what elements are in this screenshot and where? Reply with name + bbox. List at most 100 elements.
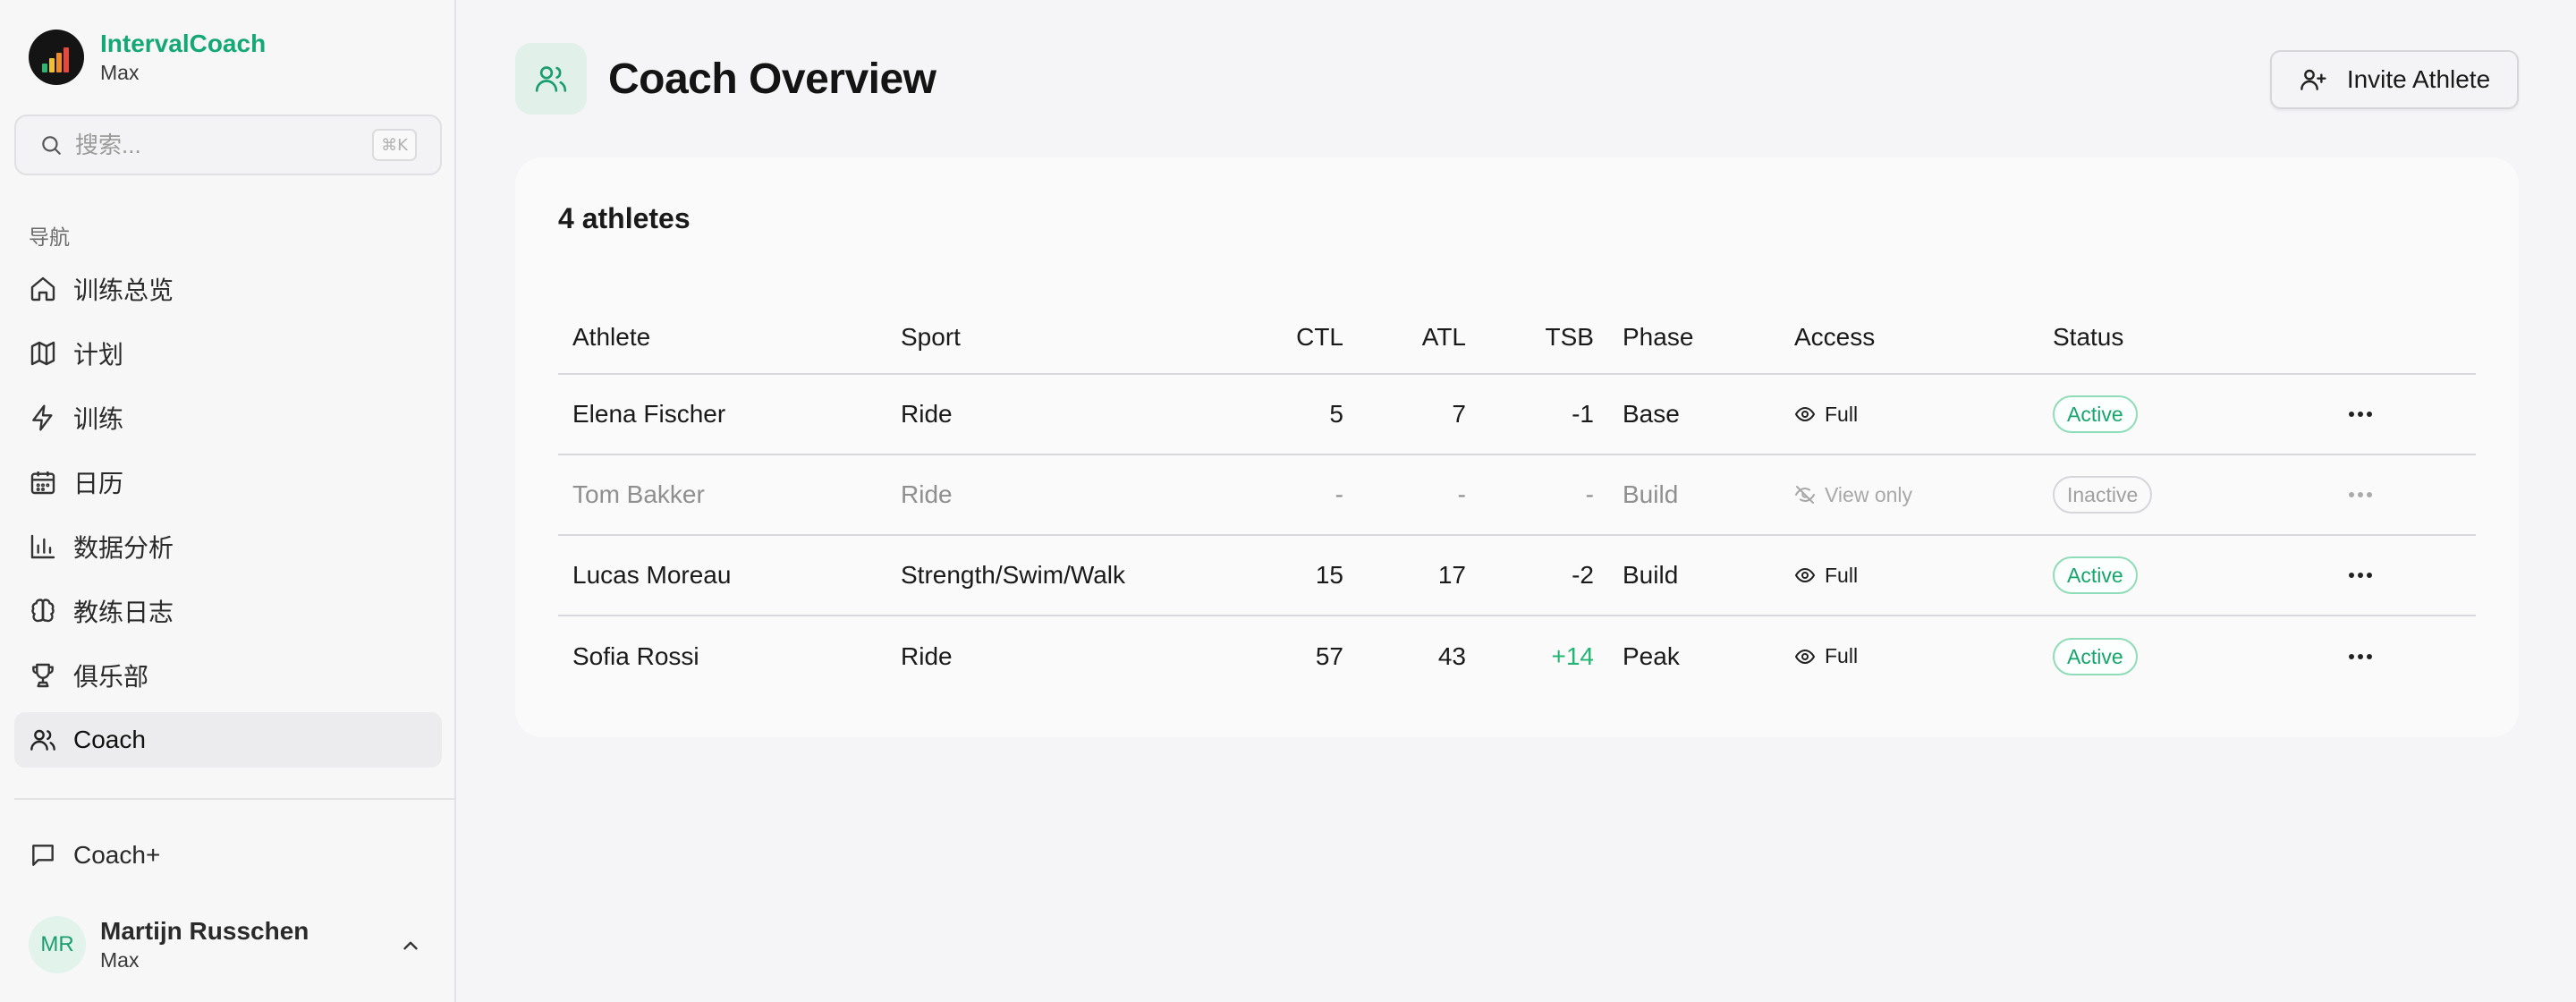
table-row[interactable]: Sofia Rossi Ride 57 43 +14 Peak Full Act…	[558, 616, 2476, 696]
user-name: Martijn Russchen	[100, 917, 309, 945]
column-header-phase[interactable]: Phase	[1608, 301, 1780, 374]
column-header-actions	[2244, 301, 2476, 374]
athlete-atl: 17	[1437, 561, 1466, 589]
chat-icon	[32, 845, 54, 866]
table-row[interactable]: Elena Fischer Ride 5 7 -1 Base Full Acti…	[558, 374, 2476, 454]
nav-item-label: 计划	[73, 341, 124, 369]
athletes-count: 4 athletes	[558, 202, 691, 234]
status-badge: Inactive	[2053, 476, 2153, 514]
nav-item-analytics[interactable]: 数据分析	[14, 519, 442, 574]
column-header-status[interactable]: Status	[2038, 301, 2244, 374]
athlete-tsb: -	[1585, 480, 1594, 508]
athlete-tsb: -2	[1572, 561, 1594, 589]
status-badge: Active	[2053, 556, 2138, 594]
trophy-icon	[32, 663, 54, 688]
more-options-icon[interactable]	[2258, 572, 2462, 579]
search-box[interactable]: ⌘K	[14, 115, 442, 175]
access-label: Full	[1825, 563, 1859, 587]
column-header-sport[interactable]: Sport	[886, 301, 1244, 374]
coach-plus-label: Coach+	[73, 841, 161, 869]
status-badge: Active	[2053, 637, 2138, 675]
athletes-card: 4 athletes Athlete Sport CTL ATL TSB Pha…	[515, 157, 2519, 737]
calendar-icon	[30, 471, 55, 495]
athlete-sport: Strength/Swim/Walk	[901, 561, 1126, 589]
chevron-up-icon[interactable]	[399, 934, 422, 957]
nav-item-label: 日历	[73, 470, 124, 497]
column-header-access[interactable]: Access	[1780, 301, 2038, 374]
user-workspace: Max	[100, 948, 140, 972]
eye-icon	[1794, 567, 1816, 583]
user-menu[interactable]: MR Martijn Russchen Max	[29, 916, 429, 973]
search-input[interactable]	[75, 131, 361, 159]
access-label: Full	[1825, 402, 1859, 426]
nav-item-label: 俱乐部	[73, 663, 149, 691]
athlete-ctl: 15	[1315, 561, 1343, 589]
page-title: Coach Overview	[608, 55, 936, 103]
page-header: Coach Overview	[515, 43, 936, 115]
table-row[interactable]: Tom Bakker Ride - - - Build View only In…	[558, 454, 2476, 535]
nav-item-workouts[interactable]: 训练	[14, 390, 442, 446]
app-logo-icon	[29, 30, 84, 85]
lightning-icon	[32, 404, 53, 431]
athlete-phase: Build	[1623, 561, 1679, 589]
nav-item-plan[interactable]: 计划	[14, 326, 442, 381]
brand[interactable]: IntervalCoach Max	[29, 29, 266, 86]
status-badge: Active	[2053, 395, 2138, 433]
access-level: Full	[1794, 644, 2024, 668]
bar-chart-icon	[30, 534, 55, 559]
column-header-tsb[interactable]: TSB	[1480, 301, 1608, 374]
more-options-icon[interactable]	[2258, 653, 2462, 660]
athlete-tsb: +14	[1551, 641, 1595, 670]
table-row[interactable]: Lucas Moreau Strength/Swim/Walk 15 17 -2…	[558, 535, 2476, 616]
search-icon	[39, 133, 63, 157]
athlete-sport: Ride	[901, 480, 953, 508]
nav-item-overview[interactable]: 训练总览	[14, 261, 442, 317]
athlete-name[interactable]: Sofia Rossi	[558, 616, 886, 696]
athlete-ctl: 57	[1315, 641, 1343, 670]
nav-item-coach[interactable]: Coach	[14, 712, 442, 768]
athlete-sport: Ride	[901, 400, 953, 428]
column-header-athlete[interactable]: Athlete	[558, 301, 886, 374]
more-options-icon[interactable]	[2258, 491, 2462, 498]
nav-item-label: 训练总览	[73, 276, 174, 304]
avatar: MR	[29, 916, 86, 973]
athlete-name[interactable]: Tom Bakker	[558, 454, 886, 535]
nav-item-calendar[interactable]: 日历	[14, 454, 442, 510]
athlete-ctl: 5	[1329, 400, 1343, 428]
search-shortcut-badge: ⌘K	[372, 129, 417, 161]
user-plus-icon	[2300, 69, 2326, 90]
nav-item-coach-log[interactable]: 教练日志	[14, 583, 442, 639]
column-header-ctl[interactable]: CTL	[1244, 301, 1358, 374]
users-icon	[30, 729, 55, 751]
coach-plus-link[interactable]: Coach+	[29, 841, 160, 870]
sidebar: IntervalCoach Max ⌘K 导航 训练总览 计划 训练 日历	[0, 0, 456, 1002]
invite-athlete-label: Invite Athlete	[2346, 65, 2491, 93]
users-icon	[515, 43, 587, 115]
athlete-tsb: -1	[1572, 400, 1594, 428]
eye-icon	[1794, 406, 1816, 422]
access-label: Full	[1825, 644, 1859, 667]
table-header-row: Athlete Sport CTL ATL TSB Phase Access S…	[558, 301, 2476, 374]
access-level: Full	[1794, 564, 2024, 588]
column-header-atl[interactable]: ATL	[1358, 301, 1480, 374]
athlete-name[interactable]: Elena Fischer	[558, 374, 886, 454]
athletes-table: Athlete Sport CTL ATL TSB Phase Access S…	[558, 301, 2476, 696]
nav-menu: 训练总览 计划 训练 日历 数据分析 教练日志 俱乐部 Coach	[14, 261, 442, 777]
invite-athlete-button[interactable]: Invite Athlete	[2270, 50, 2519, 109]
nav-item-label: Coach	[73, 726, 146, 753]
nav-item-label: 数据分析	[73, 534, 174, 562]
home-icon	[30, 276, 55, 301]
more-options-icon[interactable]	[2258, 411, 2462, 418]
athlete-ctl: -	[1335, 480, 1343, 508]
athlete-name[interactable]: Lucas Moreau	[558, 535, 886, 616]
eye-off-icon	[1795, 486, 1815, 504]
app-name: IntervalCoach	[100, 30, 267, 57]
athlete-atl: -	[1457, 480, 1466, 508]
athlete-atl: 43	[1437, 641, 1466, 670]
athlete-phase: Peak	[1623, 641, 1680, 670]
nav-item-club[interactable]: 俱乐部	[14, 648, 442, 703]
nav-item-label: 训练	[73, 405, 124, 433]
athlete-phase: Base	[1623, 400, 1680, 428]
athlete-phase: Build	[1623, 480, 1679, 508]
access-level: Full	[1794, 403, 2024, 427]
